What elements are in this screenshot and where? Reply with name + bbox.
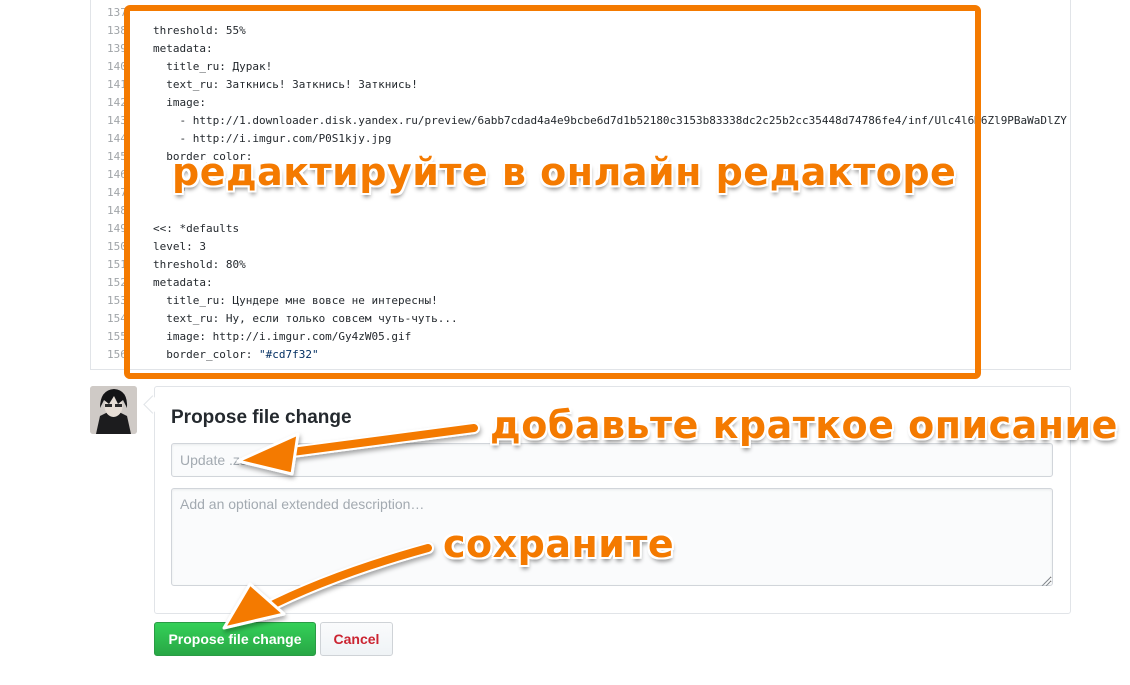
propose-file-change-button[interactable]: Propose file change bbox=[154, 622, 316, 656]
avatar-image bbox=[90, 386, 137, 434]
line-number-gutter: 137 138 139 140 141 142 143 144 145 146 … bbox=[91, 0, 127, 369]
resize-grip-icon[interactable] bbox=[1040, 573, 1051, 587]
user-avatar[interactable] bbox=[90, 386, 137, 434]
annotation-edit: редактируйте в онлайн редакторе bbox=[172, 150, 957, 194]
annotation-save: сохраните bbox=[443, 522, 675, 566]
annotation-describe: добавьте краткое описание bbox=[490, 403, 1118, 447]
commit-summary-input[interactable] bbox=[171, 443, 1053, 477]
cancel-button[interactable]: Cancel bbox=[320, 622, 393, 656]
commit-title: Propose file change bbox=[171, 407, 352, 428]
